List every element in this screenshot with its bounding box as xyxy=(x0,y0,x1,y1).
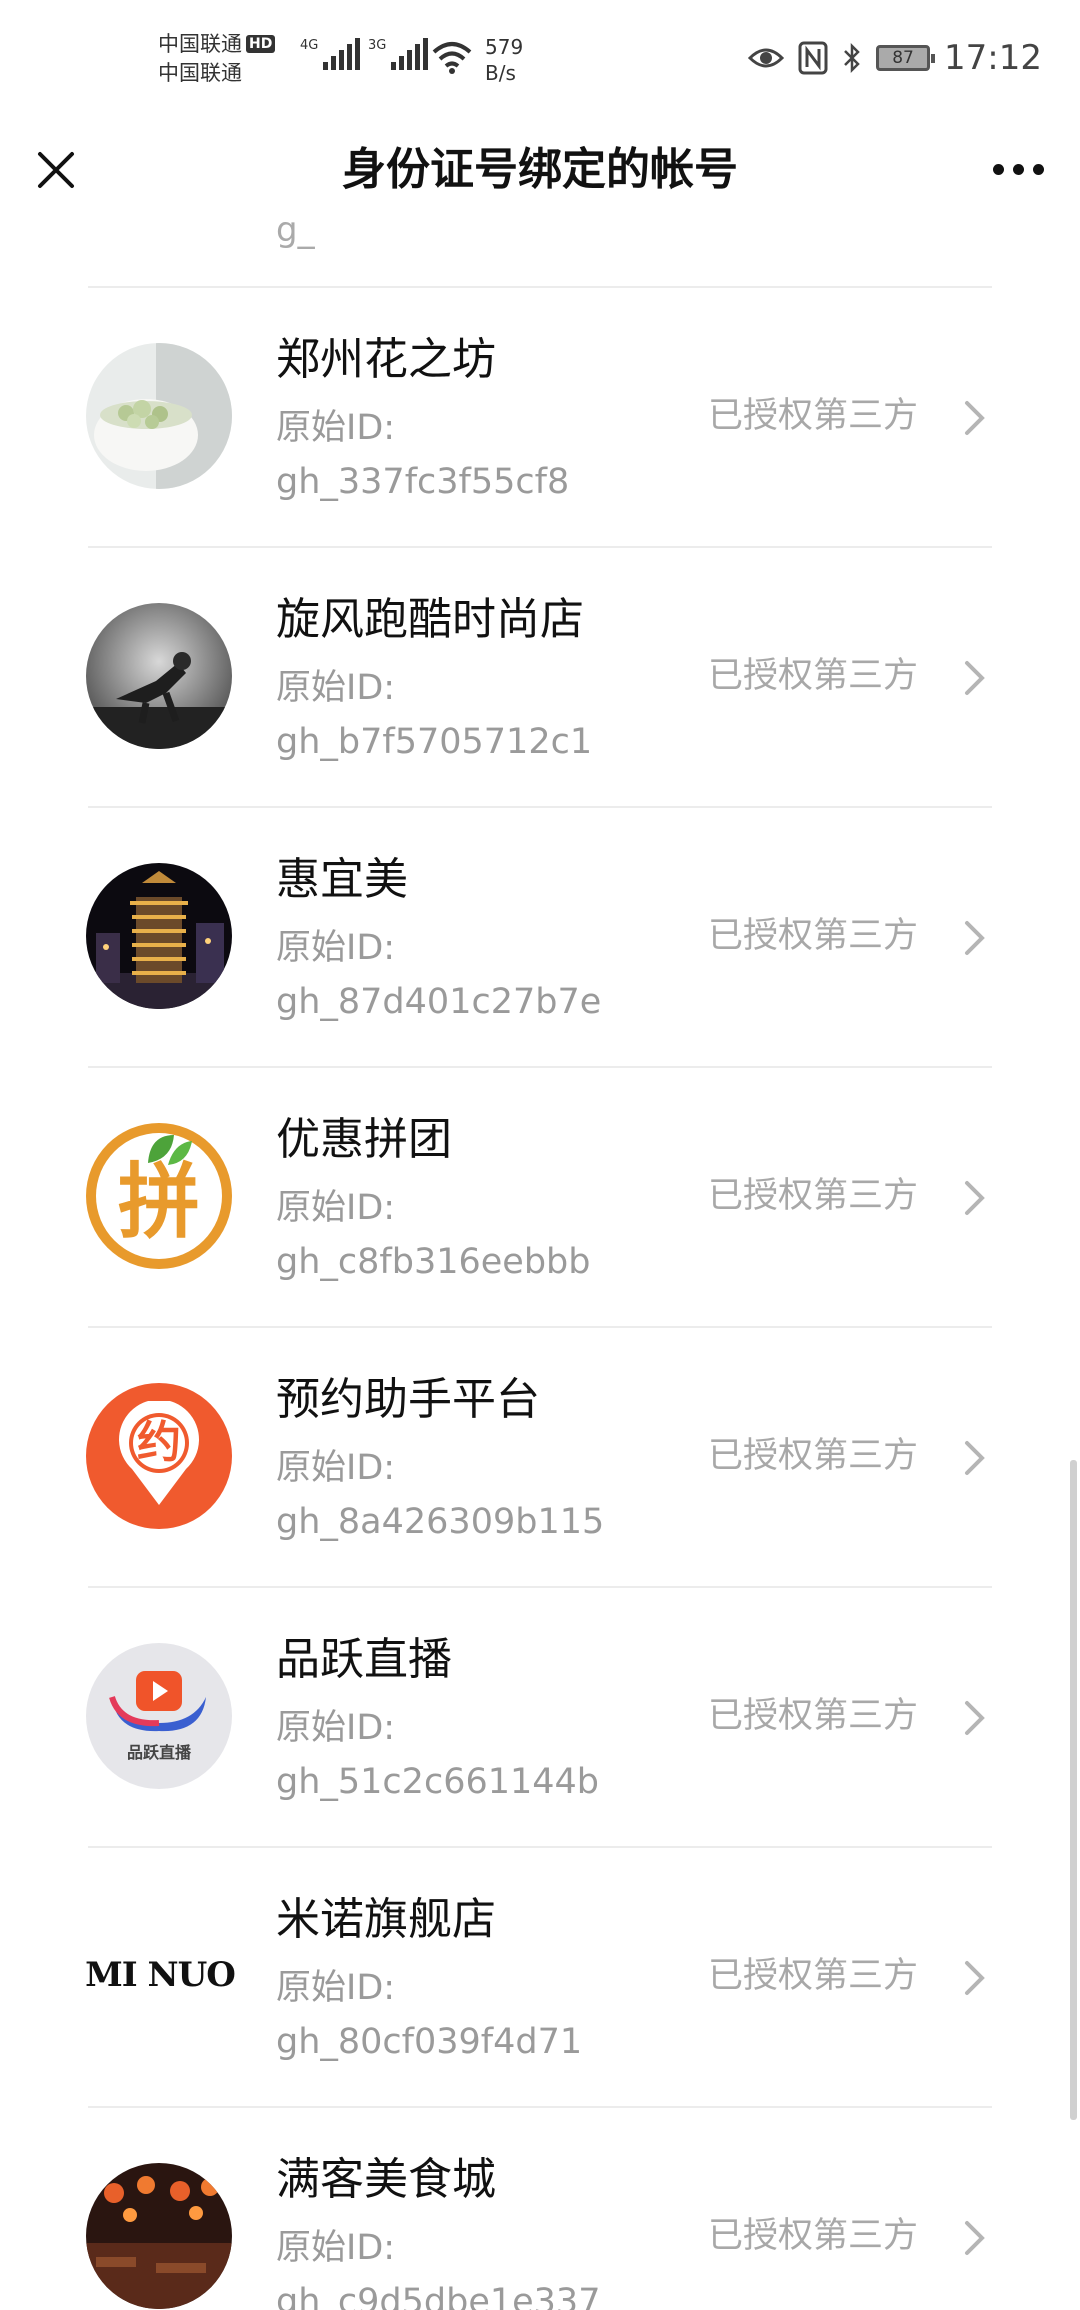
id-value: gh_c8fb316eebbb xyxy=(276,1242,591,1282)
hd-badge: HD xyxy=(246,35,276,53)
auth-status: 已授权第三方 xyxy=(708,1176,919,1216)
nav-header: 身份证号绑定的帐号 xyxy=(0,120,1080,220)
list-item[interactable]: 满客美食城 原始ID: gh_c9d5dbe1e337 已授权第三方 xyxy=(0,2108,1080,2310)
list-item[interactable]: 旋风跑酷时尚店 原始ID: gh_b7f5705712c1 已授权第三方 xyxy=(0,548,1080,808)
account-name: 优惠拼团 xyxy=(276,1114,452,1165)
account-name: 米诺旗舰店 xyxy=(276,1894,496,1945)
list-item[interactable]: 品跃直播 品跃直播 原始ID: gh_51c2c661144b 已授权第三方 xyxy=(0,1588,1080,1848)
account-name: 预约助手平台 xyxy=(276,1374,540,1425)
avatar-glyph: 约 xyxy=(137,1417,181,1468)
carrier-1: 中国联通 xyxy=(158,32,242,56)
avatar xyxy=(86,863,232,1009)
list-item[interactable]: 惠宜美 原始ID: gh_87d401c27b7e 已授权第三方 xyxy=(0,808,1080,1068)
network-speed: 579 B/s xyxy=(485,35,524,85)
nfc-icon xyxy=(798,41,828,75)
account-name: 郑州花之坊 xyxy=(276,334,496,385)
avatar: 拼 xyxy=(86,1123,232,1269)
id-value: gh_c9d5dbe1e337 xyxy=(276,2282,601,2310)
chevron-right-icon xyxy=(965,1961,985,1995)
avatar: 品跃直播 xyxy=(86,1643,232,1789)
id-label: 原始ID: xyxy=(276,1188,396,1228)
id-label: 原始ID: xyxy=(276,1968,396,2008)
auth-status: 已授权第三方 xyxy=(708,396,919,436)
id-label: 原始ID: xyxy=(276,1708,396,1748)
account-name: 旋风跑酷时尚店 xyxy=(276,594,584,645)
id-label: 原始ID: xyxy=(276,408,396,448)
chevron-right-icon xyxy=(965,401,985,435)
avatar-glyph: 拼 xyxy=(117,1155,200,1250)
id-value: gh_80cf039f4d71 xyxy=(276,2022,583,2062)
clock: 17:12 xyxy=(944,38,1042,78)
list-item[interactable]: MI NUO 米诺旗舰店 原始ID: gh_80cf039f4d71 已授权第三… xyxy=(0,1848,1080,2108)
account-name: 品跃直播 xyxy=(276,1634,452,1685)
id-label: 原始ID: xyxy=(276,2228,396,2268)
bluetooth-icon xyxy=(844,42,860,74)
auth-status: 已授权第三方 xyxy=(708,1696,919,1736)
dot-icon xyxy=(1033,164,1044,175)
carrier-info: 中国联通 HD 中国联通 xyxy=(158,30,276,88)
id-label: 原始ID: xyxy=(276,1448,396,1488)
auth-status: 已授权第三方 xyxy=(708,1956,919,1996)
id-value: gh_b7f5705712c1 xyxy=(276,722,593,762)
signal-icon-4g: 4G xyxy=(300,38,361,70)
avatar xyxy=(86,603,232,749)
page-title: 身份证号绑定的帐号 xyxy=(342,144,738,195)
more-options-button[interactable] xyxy=(993,164,1044,175)
status-bar: 中国联通 HD 中国联通 4G 3G 579 B/s 87 17:12 xyxy=(0,0,1080,120)
id-value: gh_8a426309b115 xyxy=(276,1502,605,1542)
auth-status: 已授权第三方 xyxy=(708,916,919,956)
list-item-partial: g_ xyxy=(88,220,992,288)
list-item[interactable]: 约 预约助手平台 原始ID: gh_8a426309b115 已授权第三方 xyxy=(0,1328,1080,1588)
partial-id-text: g_ xyxy=(276,220,315,250)
avatar-logo-text: MI NUO xyxy=(85,1955,236,1995)
chevron-right-icon xyxy=(965,1441,985,1475)
account-name: 满客美食城 xyxy=(276,2154,496,2205)
avatar xyxy=(86,2163,232,2309)
dot-icon xyxy=(993,164,1004,175)
id-value: gh_337fc3f55cf8 xyxy=(276,462,570,502)
wifi-icon xyxy=(432,42,472,74)
chevron-right-icon xyxy=(965,661,985,695)
list-item[interactable]: 拼 优惠拼团 原始ID: gh_c8fb316eebbb 已授权第三方 xyxy=(0,1068,1080,1328)
list-item[interactable]: 郑州花之坊 原始ID: gh_337fc3f55cf8 已授权第三方 xyxy=(0,288,1080,548)
id-label: 原始ID: xyxy=(276,668,396,708)
account-list: g_ 郑州花之坊 原始ID: gh_337fc3f55cf8 已授权第三方 旋风… xyxy=(0,220,1080,2310)
signal-icon-3g: 3G xyxy=(368,38,429,70)
auth-status: 已授权第三方 xyxy=(708,2216,919,2256)
dot-icon xyxy=(1013,164,1024,175)
chevron-right-icon xyxy=(965,921,985,955)
status-right: 87 17:12 xyxy=(748,38,1042,78)
id-value: gh_87d401c27b7e xyxy=(276,982,602,1022)
id-value: gh_51c2c661144b xyxy=(276,1762,600,1802)
auth-status: 已授权第三方 xyxy=(708,1436,919,1476)
chevron-right-icon xyxy=(965,1181,985,1215)
avatar-caption: 品跃直播 xyxy=(126,1743,191,1762)
eye-icon xyxy=(748,48,785,68)
avatar: MI NUO xyxy=(80,1903,240,2049)
scrollbar[interactable] xyxy=(1070,1460,1077,2120)
battery-icon: 87 xyxy=(876,45,936,71)
play-logo-icon xyxy=(109,1671,206,1732)
account-name: 惠宜美 xyxy=(276,854,408,905)
carrier-2: 中国联通 xyxy=(158,61,242,85)
id-label: 原始ID: xyxy=(276,928,396,968)
chevron-right-icon xyxy=(965,2221,985,2255)
chevron-right-icon xyxy=(965,1701,985,1735)
avatar xyxy=(86,343,232,489)
avatar: 约 xyxy=(86,1383,232,1529)
auth-status: 已授权第三方 xyxy=(708,656,919,696)
